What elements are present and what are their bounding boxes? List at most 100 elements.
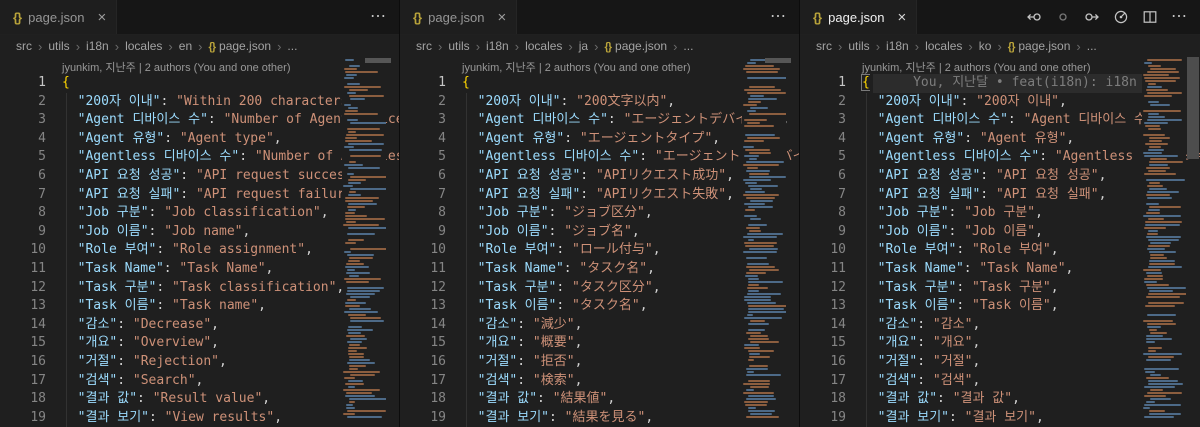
code-line[interactable]: 6 API 요청 성공: APIリクエスト成功, bbox=[400, 167, 799, 186]
code-line[interactable]: 2 200자 이내: 200자 이내, bbox=[800, 93, 1200, 112]
code-line[interactable]: 8 Job 구분: Job classification, bbox=[0, 204, 399, 223]
code-line[interactable]: 7 API 요청 실패: API 요청 실패, bbox=[800, 186, 1200, 205]
minimap-slider[interactable] bbox=[365, 58, 391, 63]
previous-change-icon[interactable] bbox=[1026, 9, 1042, 25]
code-line[interactable]: 15 개요: 概要, bbox=[400, 334, 799, 353]
code-line[interactable]: 17 검색: Search, bbox=[0, 372, 399, 391]
minimap[interactable] bbox=[742, 57, 786, 427]
breadcrumb-item[interactable]: {}page.json bbox=[603, 39, 668, 53]
code-line[interactable]: 16 거절: 拒否, bbox=[400, 353, 799, 372]
code-line[interactable]: 7 API 요청 실패: API request failure, bbox=[0, 186, 399, 205]
vertical-scrollbar-thumb[interactable] bbox=[1187, 57, 1199, 159]
code-line[interactable]: 19 결과 보기: 결과 보기, bbox=[800, 409, 1200, 427]
breadcrumb-item[interactable]: ja bbox=[578, 39, 589, 53]
breadcrumb-item[interactable]: {}page.json bbox=[1007, 39, 1072, 53]
code-line[interactable]: 5 Agentless 디바이스 수: Agentless 디바이스 수, bbox=[800, 148, 1200, 167]
code-line[interactable]: 8 Job 구분: Job 구분, bbox=[800, 204, 1200, 223]
code-line[interactable]: 9 Job 이름: ジョブ名, bbox=[400, 223, 799, 242]
breadcrumb-item[interactable]: ko bbox=[978, 39, 993, 53]
more-actions-icon[interactable]: ⋯ bbox=[1171, 9, 1187, 25]
breadcrumb-item[interactable]: src bbox=[815, 39, 833, 53]
breadcrumb-item[interactable]: utils bbox=[847, 39, 870, 53]
code-line[interactable]: 11 Task Name: Task Name, bbox=[800, 260, 1200, 279]
code-line[interactable]: 16 거절: 거절, bbox=[800, 353, 1200, 372]
code-line[interactable]: 2 200자 이내: Within 200 characters, bbox=[0, 93, 399, 112]
breadcrumb-item[interactable]: ... bbox=[682, 39, 694, 53]
code-line[interactable]: 8 Job 구분: ジョブ区分, bbox=[400, 204, 799, 223]
code-line[interactable]: 10 Role 부여: Role assignment, bbox=[0, 241, 399, 260]
gitlens-authors-lens[interactable]: jyunkim, 지난주 | 2 authors (You and one ot… bbox=[0, 57, 399, 74]
gitlens-authors-lens[interactable]: jyunkim, 지난주 | 2 authors (You and one ot… bbox=[400, 57, 799, 74]
code-line[interactable]: 18 결과 값: 結果値, bbox=[400, 390, 799, 409]
code-line[interactable]: 2 200자 이내: 200文字以内, bbox=[400, 93, 799, 112]
tab-page-json[interactable]: {}page.json× bbox=[800, 0, 917, 34]
breadcrumb-item[interactable]: i18n bbox=[485, 39, 510, 53]
code-line[interactable]: 16 거절: Rejection, bbox=[0, 353, 399, 372]
code-editor[interactable]: jyunkim, 지난주 | 2 authors (You and one ot… bbox=[0, 57, 399, 427]
code-line[interactable]: 11 Task Name: Task Name, bbox=[0, 260, 399, 279]
breadcrumb-item[interactable]: ... bbox=[1086, 39, 1098, 53]
code-line[interactable]: 3 Agent 디바이스 수: エージェントデバイス数, bbox=[400, 111, 799, 130]
code-line[interactable]: 1{ bbox=[400, 74, 799, 93]
breadcrumb-item[interactable]: src bbox=[415, 39, 433, 53]
breadcrumb-item[interactable]: i18n bbox=[85, 39, 110, 53]
code-line[interactable]: 14 감소: 減少, bbox=[400, 316, 799, 335]
tab-close-icon[interactable]: × bbox=[98, 10, 107, 25]
code-line[interactable]: 4 Agent 유형: Agent type, bbox=[0, 130, 399, 149]
code-line[interactable]: 6 API 요청 성공: API 요청 성공, bbox=[800, 167, 1200, 186]
minimap-slider[interactable] bbox=[765, 58, 791, 63]
code-line[interactable]: 13 Task 이름: Task name, bbox=[0, 297, 399, 316]
breadcrumb-item[interactable]: utils bbox=[47, 39, 70, 53]
code-line[interactable]: 9 Job 이름: Job name, bbox=[0, 223, 399, 242]
code-editor[interactable]: jyunkim, 지난주 | 2 authors (You and one ot… bbox=[400, 57, 799, 427]
tab-close-icon[interactable]: × bbox=[498, 10, 507, 25]
code-line[interactable]: 15 개요: Overview, bbox=[0, 334, 399, 353]
tab-page-json[interactable]: {}page.json× bbox=[0, 0, 117, 34]
breadcrumb-item[interactable]: i18n bbox=[885, 39, 910, 53]
change-indicator-icon[interactable] bbox=[1055, 9, 1071, 25]
breadcrumb-item[interactable]: locales bbox=[524, 39, 563, 53]
code-line[interactable]: 17 검색: 検索, bbox=[400, 372, 799, 391]
more-actions-icon[interactable]: ⋯ bbox=[770, 9, 786, 25]
code-line[interactable]: 17 검색: 검색, bbox=[800, 372, 1200, 391]
gitlens-annotations-icon[interactable] bbox=[1113, 9, 1129, 25]
code-line[interactable]: 6 API 요청 성공: API request success, bbox=[0, 167, 399, 186]
breadcrumb-item[interactable]: locales bbox=[924, 39, 963, 53]
next-change-icon[interactable] bbox=[1084, 9, 1100, 25]
code-line[interactable]: 10 Role 부여: ロール付与, bbox=[400, 241, 799, 260]
more-actions-icon[interactable]: ⋯ bbox=[370, 9, 386, 25]
code-line[interactable]: 3 Agent 디바이스 수: Number of Agent devices, bbox=[0, 111, 399, 130]
code-line[interactable]: 1{ bbox=[0, 74, 399, 93]
breadcrumb-item[interactable]: ... bbox=[286, 39, 298, 53]
code-line[interactable]: 3 Agent 디바이스 수: Agent 디바이스 수, bbox=[800, 111, 1200, 130]
code-line[interactable]: 9 Job 이름: Job 이름, bbox=[800, 223, 1200, 242]
code-line[interactable]: 18 결과 값: 결과 값, bbox=[800, 390, 1200, 409]
code-line[interactable]: 5 Agentless 디바이스 수: エージェントレスデバイス数, bbox=[400, 148, 799, 167]
breadcrumb-item[interactable]: en bbox=[178, 39, 193, 53]
code-line[interactable]: 13 Task 이름: Task 이름, bbox=[800, 297, 1200, 316]
minimap[interactable] bbox=[1142, 57, 1186, 427]
code-line[interactable]: 14 감소: Decrease, bbox=[0, 316, 399, 335]
code-line[interactable]: 19 결과 보기: 結果を見る, bbox=[400, 409, 799, 427]
breadcrumb-item[interactable]: utils bbox=[447, 39, 470, 53]
gitlens-authors-lens[interactable]: jyunkim, 지난주 | 2 authors (You and one ot… bbox=[800, 57, 1200, 74]
breadcrumb-item[interactable]: {}page.json bbox=[207, 39, 272, 53]
code-line[interactable]: 12 Task 구분: Task 구분, bbox=[800, 279, 1200, 298]
code-editor[interactable]: jyunkim, 지난주 | 2 authors (You and one ot… bbox=[800, 57, 1200, 427]
code-line[interactable]: 12 Task 구분: Task classification, bbox=[0, 279, 399, 298]
code-line[interactable]: 7 API 요청 실패: APIリクエスト失敗, bbox=[400, 186, 799, 205]
breadcrumb-item[interactable]: locales bbox=[124, 39, 163, 53]
code-line[interactable]: 10 Role 부여: Role 부여, bbox=[800, 241, 1200, 260]
split-editor-icon[interactable] bbox=[1142, 9, 1158, 25]
code-line[interactable]: 5 Agentless 디바이스 수: Number of Agentless … bbox=[0, 148, 399, 167]
code-line[interactable]: 19 결과 보기: View results, bbox=[0, 409, 399, 427]
code-line[interactable]: 14 감소: 감소, bbox=[800, 316, 1200, 335]
code-line[interactable]: 11 Task Name: タスク名, bbox=[400, 260, 799, 279]
code-line[interactable]: 12 Task 구분: タスク区分, bbox=[400, 279, 799, 298]
code-line[interactable]: 18 결과 값: Result value, bbox=[0, 390, 399, 409]
code-line[interactable]: 1{You, 지난달 • feat(i18n): i18n bbox=[800, 74, 1200, 93]
code-line[interactable]: 4 Agent 유형: Agent 유형, bbox=[800, 130, 1200, 149]
code-line[interactable]: 13 Task 이름: タスク名, bbox=[400, 297, 799, 316]
code-line[interactable]: 15 개요: 개요, bbox=[800, 334, 1200, 353]
tab-close-icon[interactable]: × bbox=[898, 10, 907, 25]
